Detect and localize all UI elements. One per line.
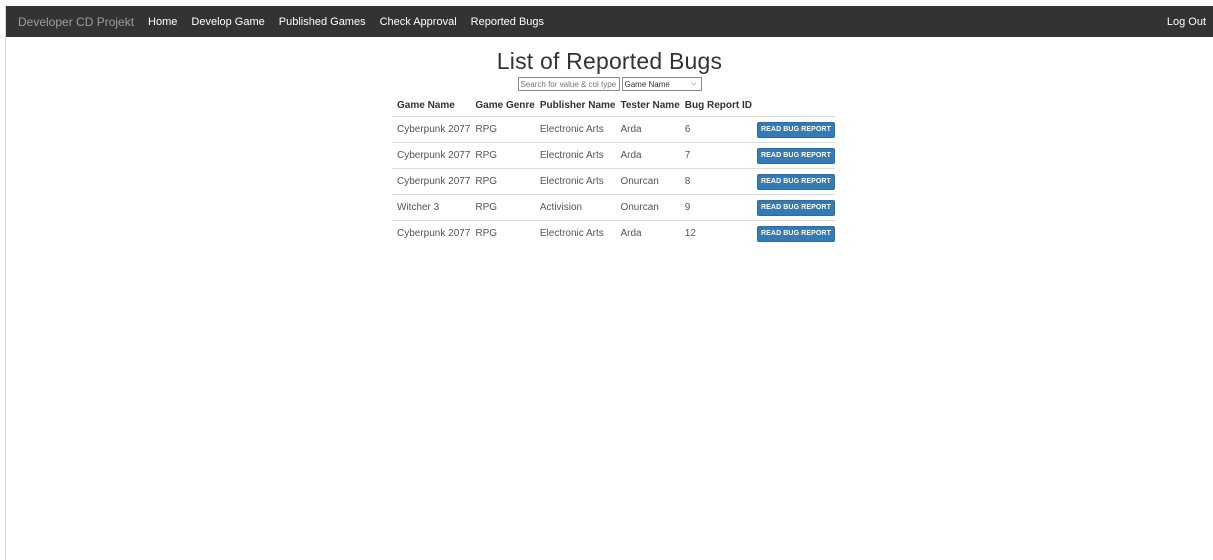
table-row: Witcher 3 RPG Activision Onurcan 9 READ … [392,194,835,221]
cell-game-name: Cyberpunk 2077 [392,116,471,143]
read-bug-report-button[interactable]: READ BUG REPORT [756,173,835,190]
cell-bug-id: 9 [679,194,752,221]
table-row: Cyberpunk 2077 RPG Electronic Arts Arda … [392,220,835,247]
header-bug-report-id: Bug Report ID [679,94,752,117]
chevron-down-icon: ⌵ [691,80,697,87]
cell-game-genre: RPG [470,220,535,247]
app-frame: Developer CD Projekt Home Develop Game P… [6,6,1213,560]
cell-game-genre: RPG [470,142,535,169]
search-row: Game Name ⌵ [6,77,1213,91]
header-tester-name: Tester Name [615,94,680,117]
main-content: List of Reported Bugs Game Name ⌵ [6,47,1213,91]
header-game-name: Game Name [392,94,471,117]
logout-link[interactable]: Log Out [1167,16,1206,28]
search-input[interactable] [517,77,620,91]
cell-publisher: Electronic Arts [534,220,616,247]
cell-action: READ BUG REPORT [751,194,835,221]
nav-home[interactable]: Home [148,16,177,28]
cell-game-name: Cyberpunk 2077 [392,220,471,247]
cell-tester: Arda [615,142,680,169]
header-publisher-name: Publisher Name [534,94,616,117]
read-bug-report-button[interactable]: READ BUG REPORT [756,199,835,216]
table-row: Cyberpunk 2077 RPG Electronic Arts Arda … [392,142,835,169]
read-bug-report-button[interactable]: READ BUG REPORT [756,147,835,164]
cell-tester: Onurcan [615,194,680,221]
read-bug-report-button[interactable]: READ BUG REPORT [756,225,835,242]
header-game-genre: Game Genre [470,94,535,117]
cell-tester: Onurcan [615,168,680,195]
column-type-value: Game Name [624,79,670,89]
nav-develop-game[interactable]: Develop Game [191,16,264,28]
cell-publisher: Electronic Arts [534,168,616,195]
top-navbar: Developer CD Projekt Home Develop Game P… [6,6,1213,37]
bugs-table-container: Game Name Game Genre Publisher Name Test… [392,94,835,247]
brand-label[interactable]: Developer CD Projekt [18,15,134,29]
cell-tester: Arda [615,220,680,247]
cell-bug-id: 8 [679,168,752,195]
nav-check-approval[interactable]: Check Approval [380,16,457,28]
cell-publisher: Activision [534,194,616,221]
cell-bug-id: 6 [679,116,752,143]
column-type-select[interactable]: Game Name ⌵ [621,77,702,91]
nav-published-games[interactable]: Published Games [279,16,366,28]
cell-action: READ BUG REPORT [751,142,835,169]
read-bug-report-button[interactable]: READ BUG REPORT [756,121,835,138]
cell-bug-id: 7 [679,142,752,169]
cell-game-genre: RPG [470,194,535,221]
cell-game-genre: RPG [470,168,535,195]
table-row: Cyberpunk 2077 RPG Electronic Arts Onurc… [392,168,835,195]
table-row: Cyberpunk 2077 RPG Electronic Arts Arda … [392,116,835,143]
page-title: List of Reported Bugs [496,48,723,74]
cell-game-name: Cyberpunk 2077 [392,142,471,169]
cell-publisher: Electronic Arts [534,142,616,169]
header-action [751,94,835,117]
bugs-table: Game Name Game Genre Publisher Name Test… [392,94,835,247]
table-header-row: Game Name Game Genre Publisher Name Test… [392,94,835,117]
cell-publisher: Electronic Arts [534,116,616,143]
nav-reported-bugs[interactable]: Reported Bugs [471,16,544,28]
cell-action: READ BUG REPORT [751,116,835,143]
cell-game-genre: RPG [470,116,535,143]
cell-bug-id: 12 [679,220,752,247]
cell-tester: Arda [615,116,680,143]
cell-action: READ BUG REPORT [751,220,835,247]
cell-game-name: Witcher 3 [392,194,471,221]
cell-game-name: Cyberpunk 2077 [392,168,471,195]
cell-action: READ BUG REPORT [751,168,835,195]
